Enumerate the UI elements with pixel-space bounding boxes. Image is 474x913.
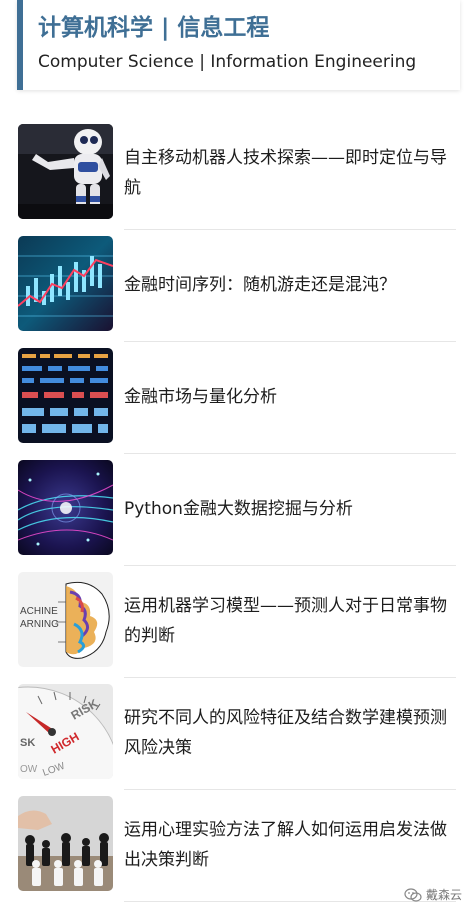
data-network-thumbnail[interactable] <box>18 460 113 555</box>
article-title[interactable]: 运用机器学习模型——预测人对于日常事物的判断 <box>124 591 459 651</box>
thumb-text-line-2: ARNING <box>20 619 59 630</box>
stock-ticker-image <box>18 348 113 443</box>
article-title[interactable]: 金融时间序列：随机游走还是混沌？ <box>124 270 459 300</box>
watermark: 戴森云 <box>404 886 462 903</box>
article-item-financial-markets[interactable]: 金融市场与量化分析 <box>0 342 474 454</box>
risk-gauge-thumbnail[interactable]: RISK HIGH SK LOW OW <box>18 684 113 779</box>
section-header: 计算机科学 | 信息工程 Computer Science | Informat… <box>17 0 460 90</box>
thumb-sk-label: SK <box>20 737 35 749</box>
watermark-text: 戴森云 <box>425 888 462 902</box>
data-network-image <box>18 460 113 555</box>
risk-gauge-image: RISK HIGH SK LOW OW <box>18 684 113 779</box>
chess-image <box>18 796 113 891</box>
article-title[interactable]: Python金融大数据挖掘与分析 <box>124 494 459 524</box>
article-title[interactable]: 运用心理实验方法了解人如何运用启发法做出决策判断 <box>124 815 459 875</box>
wechat-icon <box>404 887 422 902</box>
machine-learning-brain-image: ACHINE ARNING <box>18 572 113 667</box>
machine-learning-thumbnail[interactable]: ACHINE ARNING <box>18 572 113 667</box>
article-title[interactable]: 金融市场与量化分析 <box>124 382 459 412</box>
thumb-ow-label: OW <box>20 764 38 775</box>
finance-thumbnail[interactable] <box>18 236 113 331</box>
article-item-robot-navigation[interactable]: 自主移动机器人技术探索——即时定位与导航 <box>0 118 474 230</box>
article-item-heuristic-decisions[interactable]: 运用心理实验方法了解人如何运用启发法做出决策判断 <box>0 790 474 902</box>
article-title[interactable]: 自主移动机器人技术探索——即时定位与导航 <box>124 143 459 203</box>
article-title[interactable]: 研究不同人的风险特征及结合数学建模预测风险决策 <box>124 703 459 763</box>
article-item-financial-time-series[interactable]: 金融时间序列：随机游走还是混沌？ <box>0 230 474 342</box>
section-subtitle: Computer Science | Information Engineeri… <box>38 52 417 72</box>
finance-chart-image <box>18 236 113 331</box>
article-item-machine-learning[interactable]: ACHINE ARNING 运用机器学习模型——预测人对于日常事物的判断 <box>0 566 474 678</box>
robot-image <box>18 124 113 219</box>
stock-ticker-thumbnail[interactable] <box>18 348 113 443</box>
chess-thumbnail[interactable] <box>18 796 113 891</box>
article-item-risk-modeling[interactable]: RISK HIGH SK LOW OW 研究不同人的风险特征及结合数学建模预测风… <box>0 678 474 790</box>
robot-thumbnail[interactable] <box>18 124 113 219</box>
section-title: 计算机科学 | 信息工程 <box>38 15 270 41</box>
thumb-text-line-1: ACHINE <box>20 606 58 617</box>
article-item-python-big-data[interactable]: Python金融大数据挖掘与分析 <box>0 454 474 566</box>
